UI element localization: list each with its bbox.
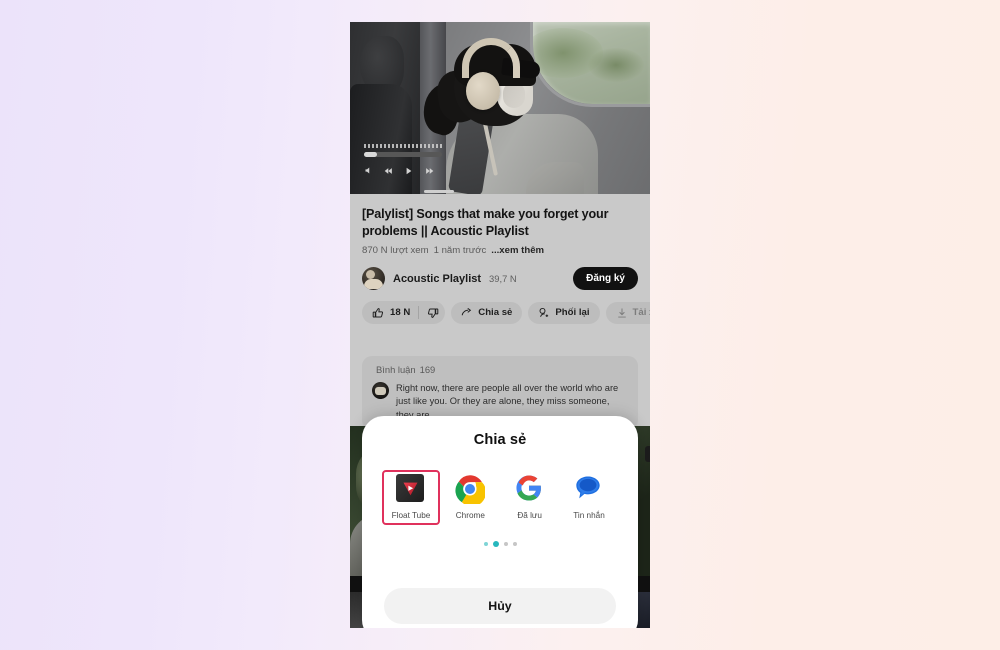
chapter-markers [364,144,444,148]
play-icon[interactable] [405,167,413,175]
chip-divider [418,306,420,320]
video-meta-row[interactable]: 870 N lượt xem 1 năm trước ...xem thêm [362,245,638,256]
share-target-label: Tin nhắn [573,511,605,520]
float-tube-icon [396,474,426,504]
share-target-label: Đã lưu [517,511,542,520]
remix-icon [538,307,550,319]
fast-forward-icon[interactable] [424,167,434,175]
progress-scrubber[interactable] [364,152,442,157]
player-controls-overlay[interactable] [364,144,454,193]
subscriber-count: 39,7 N [489,273,517,285]
comments-count: 169 [419,364,436,375]
download-chip[interactable]: Tải xuống [605,301,650,324]
video-info-card: [Palylist] Songs that make you forget yo… [350,194,650,356]
page-dot-active[interactable] [492,541,499,547]
cancel-button[interactable]: Hủy [384,588,616,624]
comments-heading: Bình luận 169 [372,364,628,376]
volume-icon[interactable] [364,166,373,175]
like-dislike-chip[interactable]: 18 N [362,301,446,325]
share-target-label: Chrome [455,511,485,520]
channel-row[interactable]: Acoustic Playlist 39,7 N Đăng ký [362,267,638,291]
video-title[interactable]: [Palylist] Songs that make you forget yo… [362,206,638,239]
page-background: [Palylist] Songs that make you forget yo… [0,0,1000,650]
remix-chip[interactable]: Phối lại [528,301,600,324]
share-label: Chia sẻ [478,307,513,319]
comments-heading-label: Bình luận [376,364,416,375]
rewind-icon[interactable] [384,167,394,175]
google-saved-icon [515,474,545,504]
subscribe-button[interactable]: Đăng ký [573,267,638,291]
page-dot[interactable] [503,542,508,546]
remix-label: Phối lại [555,307,590,319]
channel-name[interactable]: Acoustic Playlist [393,273,481,285]
video-player[interactable] [350,22,650,194]
page-dot[interactable] [483,542,488,546]
thumbs-down-icon[interactable] [427,307,439,319]
thumbs-up-icon[interactable] [372,307,384,319]
view-count: 870 N lượt xem [362,245,429,257]
share-target-float-tube[interactable]: Float Tube [382,470,440,525]
share-target-chrome[interactable]: Chrome [441,470,499,525]
upload-age: 1 năm trước [433,245,487,257]
show-more-link[interactable]: ...xem thêm [491,245,544,256]
share-target-google-saved[interactable]: Đã lưu [501,470,559,525]
share-arrow-icon [461,307,473,319]
phone-side-button [645,446,650,462]
share-target-label: Float Tube [391,511,431,520]
share-target-list: Float Tube Chrome Đã lưu Tin nhắn [376,470,624,525]
share-sheet-title: Chia sẻ [473,432,527,448]
volume-slider[interactable] [424,190,454,193]
share-sheet-dialog: Chia sẻ Float Tube Chrome Đã lưu Tin nhắ… [362,416,638,628]
page-dot[interactable] [512,542,517,546]
share-chip[interactable]: Chia sẻ [451,301,523,324]
share-target-messages[interactable]: Tin nhắn [560,470,618,525]
phone-screen: [Palylist] Songs that make you forget yo… [350,22,650,628]
commenter-avatar [372,382,389,399]
messages-icon [574,474,604,504]
download-icon [616,307,628,319]
like-count: 18 N [390,307,411,319]
channel-avatar[interactable] [362,267,385,291]
share-sheet-pagination[interactable] [376,541,624,547]
download-label: Tải xuống [632,307,650,319]
chrome-icon [455,474,487,507]
video-action-row[interactable]: 18 N Chia sẻ Phối lại Tải [362,301,650,325]
